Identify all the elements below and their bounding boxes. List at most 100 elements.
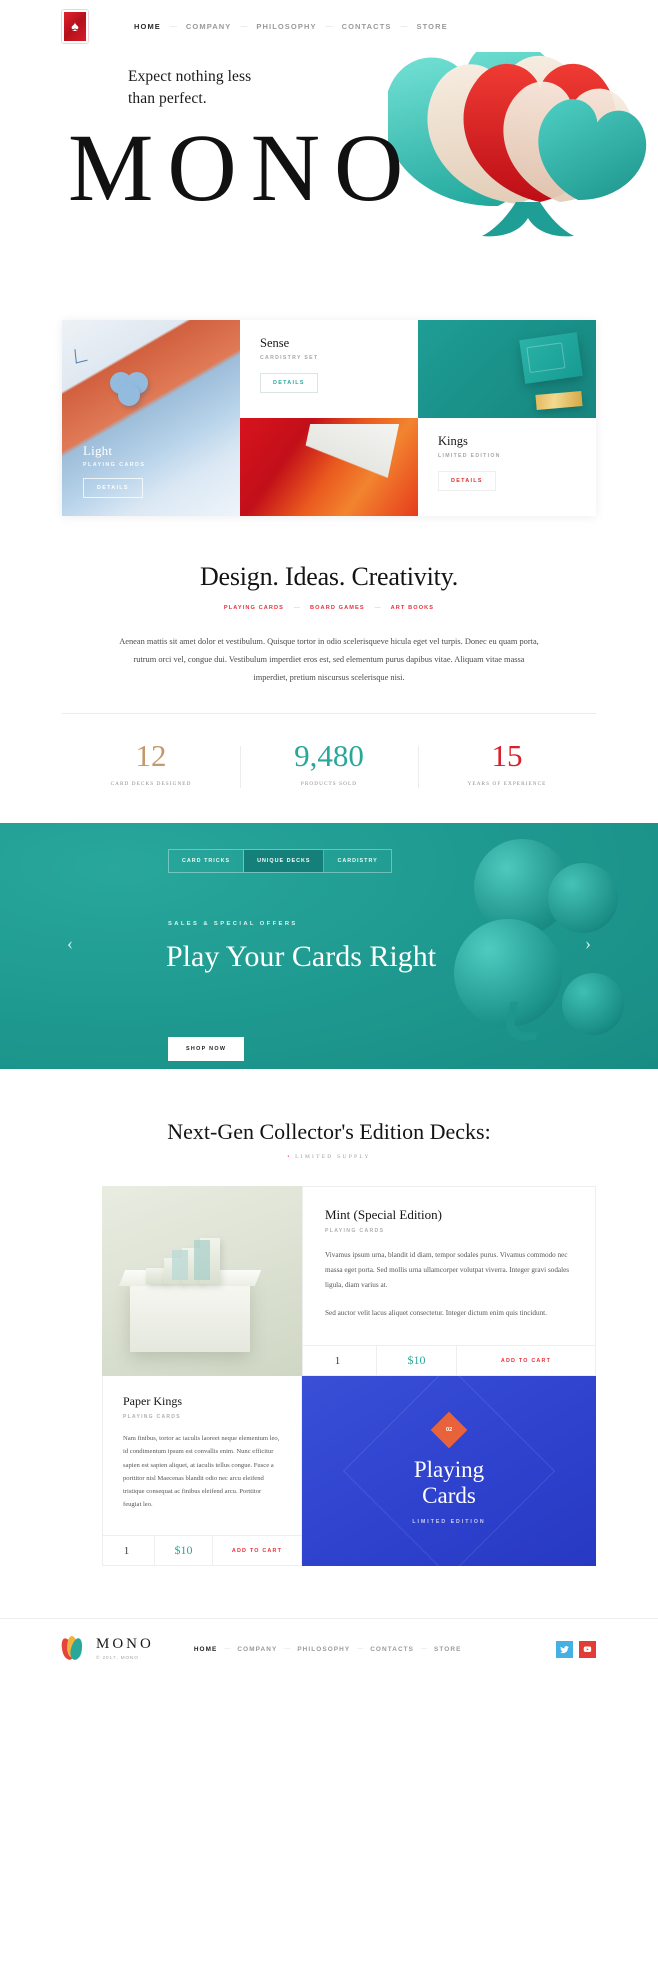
collector-heading: Next-Gen Collector's Edition Decks: [167,1119,491,1145]
logo-mark[interactable]: ♠ [62,9,88,43]
nav-separator: — [400,22,408,30]
chevron-right-icon[interactable]: › [580,934,596,952]
nav-item-company[interactable]: COMPANY [186,22,231,31]
product-card-light[interactable]: Light PLAYING CARDS DETAILS [62,320,240,516]
teal-card-graphic [194,1240,210,1281]
collector-row-paper-kings: Paper Kings PLAYING CARDS Nam finibus, t… [62,1376,596,1567]
stat-value: 15 [491,738,523,774]
footer-nav-item-philosophy[interactable]: PHILOSOPHY [297,1646,350,1653]
paper-kings-product-info: Paper Kings PLAYING CARDS Nam finibus, t… [102,1376,302,1567]
playing-cards-promo-tile[interactable]: 02 Playing Cards LIMITED EDITION [302,1376,596,1567]
category-separator: — [293,605,300,611]
primary-navigation: HOME — COMPANY — PHILOSOPHY — CONTACTS —… [134,22,448,31]
category-link-playing-cards[interactable]: PLAYING CARDS [224,605,284,611]
nav-separator: — [169,22,177,30]
stat-label: PRODUCTS SOLD [300,781,358,788]
product-card-sense[interactable]: Sense CARDISTRY SET DETAILS [240,320,418,418]
nav-item-contacts[interactable]: CONTACTS [342,22,392,31]
category-link-board-games[interactable]: BOARD GAMES [310,605,365,611]
quantity-stepper[interactable]: 1 [103,1536,155,1566]
nav-item-philosophy[interactable]: PHILOSOPHY [256,22,316,31]
limited-supply-text: LIMITED SUPPLY [295,1154,371,1161]
footer-brand-name: MONO [96,1636,154,1653]
gold-foil-graphic [535,391,583,410]
nav-separator: — [240,22,248,30]
mint-product-info: Mint (Special Edition) PLAYING CARDS Viv… [302,1186,596,1377]
price-label: $10 [155,1536,213,1566]
chevron-left-icon[interactable]: ‹ [62,934,78,952]
twitter-icon[interactable] [556,1640,573,1658]
details-button-sense[interactable]: DETAILS [260,373,318,393]
nav-separator: — [325,22,333,30]
quantity-stepper[interactable]: 1 [303,1346,377,1376]
about-category-links: PLAYING CARDS — BOARD GAMES — ART BOOKS [62,605,596,611]
add-to-cart-button-paper-kings[interactable]: ADD TO CART [213,1536,301,1565]
category-separator: — [374,605,381,611]
tab-unique-decks[interactable]: UNIQUE DECKS [244,850,325,873]
clover-lobe-graphic [548,863,618,934]
club-stem-decoration [74,346,88,364]
product-subtitle: CARDISTRY SET [260,355,319,361]
footer-nav-separator: — [357,1646,364,1653]
collector-row-mint: Mint (Special Edition) PLAYING CARDS Viv… [62,1186,596,1377]
stat-value: 9,480 [294,738,364,774]
nav-item-store[interactable]: STORE [417,22,448,31]
hero-tagline: Expect nothing less than perfect. [128,66,251,111]
about-heading: Design. Ideas. Creativity. [199,562,459,591]
hero-artwork-spade [383,52,658,272]
product-grid: Light PLAYING CARDS DETAILS Sense CARDIS… [62,320,596,516]
limited-supply-label: • LIMITED SUPPLY [62,1154,596,1160]
about-paragraph: Aenean mattis sit amet dolor et vestibul… [119,637,539,683]
product-kicker: PLAYING CARDS [123,1414,181,1421]
stat-value: 12 [135,738,167,774]
shop-now-button[interactable]: SHOP NOW [168,1037,245,1062]
footer-nav-item-store[interactable]: STORE [434,1646,461,1653]
product-subtitle: PLAYING CARDS [83,462,146,468]
product-title: Paper Kings [123,1394,182,1409]
hero-wordmark: MONO [68,114,418,221]
product-card-kings[interactable]: Kings LIMITED EDITION DETAILS [418,418,596,516]
product-tile-red-image[interactable] [240,418,418,516]
details-button-light[interactable]: DETAILS [83,478,143,498]
product-title: Light [83,443,113,458]
collector-grid: Mint (Special Edition) PLAYING CARDS Viv… [62,1186,596,1567]
decorative-ring [342,1376,556,1567]
product-title: Kings [438,434,468,448]
category-link-art-books[interactable]: ART BOOKS [391,605,434,611]
paper-kings-buy-row: 1 $10 ADD TO CART [103,1535,301,1566]
banner-heading: Play Your Cards Right [166,940,437,974]
nav-item-home[interactable]: HOME [134,22,161,31]
clover-lobe-graphic [562,973,624,1036]
price-label: $10 [377,1346,457,1376]
footer-nav-item-contacts[interactable]: CONTACTS [370,1646,414,1653]
footer-logo-icon[interactable] [59,1635,85,1662]
details-button-kings[interactable]: DETAILS [438,471,496,491]
card-deck-graphic [519,332,583,384]
box-front-graphic [130,1280,250,1353]
collector-section: Next-Gen Collector's Edition Decks: • LI… [0,1069,658,1567]
footer-nav-item-company[interactable]: COMPANY [237,1646,277,1653]
product-paragraph: Nam finibus, tortor ac iaculis laoreet n… [123,1435,280,1509]
stat-label: CARD DECKS DESIGNED [110,781,192,788]
tab-card-tricks[interactable]: CARD TRICKS [169,850,245,873]
hero-tagline-line-1: Expect nothing less [128,68,252,85]
card-stack-graphic [146,1268,166,1285]
stat-label: YEARS OF EXPERIENCE [467,781,547,788]
site-footer: MONO © 2017, MONO HOME — COMPANY — PHILO… [0,1619,658,1679]
promo-banner: CARD TRICKS UNIQUE DECKS CARDISTRY SALES… [0,823,658,1070]
footer-brand: MONO © 2017, MONO [96,1636,154,1662]
add-to-cart-button-mint[interactable]: ADD TO CART [457,1346,595,1375]
mint-buy-row: 1 $10 ADD TO CART [303,1345,595,1376]
spade-fan-illustration [383,52,647,237]
footer-copyright: © 2017, MONO [96,1656,139,1662]
product-tile-cardistry-image[interactable] [418,320,596,418]
footer-nav-separator: — [284,1646,291,1653]
badge-number: 02 [445,1427,453,1434]
footer-navigation: HOME — COMPANY — PHILOSOPHY — CONTACTS —… [194,1646,462,1653]
stat-years-of-experience: 15 YEARS OF EXPERIENCE [418,738,596,789]
youtube-icon[interactable] [579,1640,596,1658]
tab-cardistry[interactable]: CARDISTRY [324,850,390,872]
footer-nav-item-home[interactable]: HOME [194,1646,218,1653]
product-paragraph-2: Sed auctor velit lacus aliquet consectet… [325,1309,547,1318]
stat-card-decks-designed: 12 CARD DECKS DESIGNED [62,740,240,787]
